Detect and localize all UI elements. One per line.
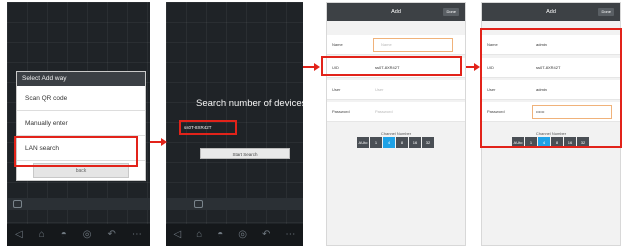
bottom-nav-bar: ◁ ⌂ ◓ ◎ ↶ ⋯ xyxy=(166,224,303,246)
password-input[interactable]: Password xyxy=(375,102,393,122)
toolbar-camera-icon[interactable] xyxy=(13,200,22,208)
highlight-uid-row xyxy=(321,56,462,76)
user-row: User User xyxy=(327,80,465,100)
toolbar-strip xyxy=(166,198,303,210)
toolbar-strip xyxy=(7,198,150,210)
search-count-text: Search number of devices:1 xyxy=(196,98,303,109)
recent-icon[interactable]: ◎ xyxy=(238,230,247,240)
highlight-lan-search xyxy=(14,136,138,167)
phone-screen-add-empty: Add Done Name Name UID ss0T-8XR42T User … xyxy=(326,2,466,246)
home-icon[interactable]: ⌂ xyxy=(39,230,45,240)
name-label: Name xyxy=(332,42,343,47)
done-button[interactable]: Done xyxy=(443,8,459,16)
user-input[interactable]: User xyxy=(375,80,383,100)
alarm-icon[interactable]: ◓ xyxy=(217,230,223,240)
channel-option-32[interactable]: 32 xyxy=(422,137,434,148)
arrow-step-1 xyxy=(150,138,167,146)
bottom-nav-bar: ◁ ⌂ ◓ ◎ ↶ ⋯ xyxy=(7,224,150,246)
back-icon[interactable]: ◁ xyxy=(174,230,182,240)
phone-screen-select-add-way: Select Add way Scan QR code Manually ent… xyxy=(7,2,150,246)
alarm-icon[interactable]: ◓ xyxy=(61,230,67,240)
channel-option-1[interactable]: 1 xyxy=(370,137,382,148)
password-label: Password xyxy=(332,109,350,114)
password-row: Password Password xyxy=(327,102,465,122)
dialog-title: Select Add way xyxy=(17,72,145,86)
return-icon[interactable]: ↶ xyxy=(262,230,270,240)
option-scan-qr[interactable]: Scan QR code xyxy=(17,86,145,111)
back-icon[interactable]: ◁ xyxy=(15,230,23,240)
tutorial-composite: Select Add way Scan QR code Manually ent… xyxy=(0,0,627,248)
name-input[interactable]: Name xyxy=(381,35,392,55)
option-manual-enter[interactable]: Manually enter xyxy=(17,111,145,136)
done-button[interactable]: Done xyxy=(598,8,614,16)
home-icon[interactable]: ⌂ xyxy=(196,230,202,240)
more-icon[interactable]: ⋯ xyxy=(132,230,142,240)
recent-icon[interactable]: ◎ xyxy=(83,230,92,240)
arrow-step-2 xyxy=(303,63,320,71)
channel-selector: AUto 1 4 8 16 32 xyxy=(327,137,465,148)
user-label: User xyxy=(332,87,341,92)
channel-option-8[interactable]: 8 xyxy=(396,137,408,148)
start-search-button[interactable]: Start Search xyxy=(200,148,290,159)
header-title: Add xyxy=(546,9,556,15)
add-header: Add Done xyxy=(482,3,620,21)
return-icon[interactable]: ↶ xyxy=(108,230,116,240)
name-row: Name Name xyxy=(327,35,465,55)
channel-option-16[interactable]: 16 xyxy=(409,137,421,148)
toolbar-camera-icon[interactable] xyxy=(194,200,203,208)
highlight-filled-form xyxy=(480,28,622,148)
more-icon[interactable]: ⋯ xyxy=(285,230,295,240)
channel-option-4[interactable]: 4 xyxy=(383,137,395,148)
arrow-step-3 xyxy=(466,63,480,71)
channel-number-label: Channel Number xyxy=(380,131,412,136)
add-header: Add Done xyxy=(327,3,465,21)
channel-option-auto[interactable]: AUto xyxy=(357,137,369,148)
highlight-found-device xyxy=(179,120,237,135)
header-title: Add xyxy=(391,9,401,15)
